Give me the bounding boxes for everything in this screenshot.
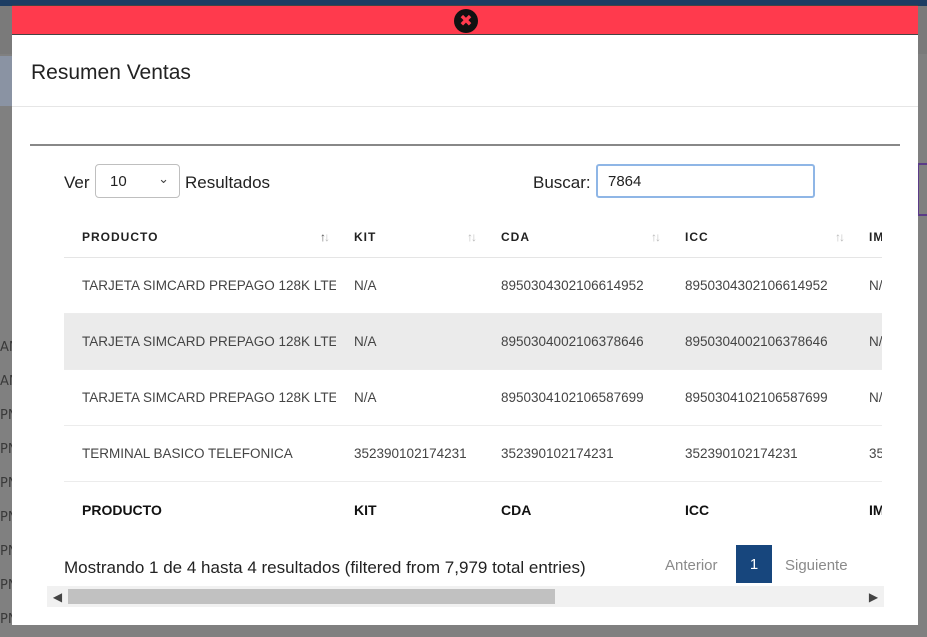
table-row[interactable]: TARJETA SIMCARD PREPAGO 128K LTE N/A 895… — [64, 369, 882, 426]
footer-imei: IMEI — [869, 502, 882, 518]
cell-icc: 352390102174231 — [667, 425, 851, 482]
table-footer-row: PRODUCTO KIT CDA ICC IMEI — [64, 482, 882, 539]
column-header-icc[interactable]: ICC ↑↓ — [667, 216, 851, 258]
table-header-row: PRODUCTO ↑↓ KIT ↑↓ CDA ↑↓ ICC ↑↓ IMEI — [64, 216, 882, 258]
modal-title: Resumen Ventas — [31, 61, 191, 84]
cell-producto: TARJETA SIMCARD PREPAGO 128K LTE — [64, 257, 336, 314]
cell-cda: 8950304002106378646 — [483, 313, 667, 370]
horizontal-scrollbar[interactable]: ◀ ▶ — [47, 586, 884, 607]
modal-topbar: ✖ — [12, 5, 918, 35]
title-divider — [12, 106, 918, 107]
cell-cda: 8950304302106614952 — [483, 257, 667, 314]
sort-icon: ↑↓ — [467, 230, 477, 244]
cell-icc: 8950304302106614952 — [667, 257, 851, 314]
footer-kit: KIT — [354, 502, 377, 518]
column-header-label: PRODUCTO — [82, 229, 159, 244]
pagination-next[interactable]: Siguiente — [785, 557, 848, 574]
cell-producto: TARJETA SIMCARD PREPAGO 128K LTE — [64, 369, 336, 426]
sort-icon: ↑↓ — [835, 230, 845, 244]
sort-asc-icon: ↑↓ — [320, 230, 330, 244]
scroll-right-icon[interactable]: ▶ — [863, 586, 884, 607]
footer-cda: CDA — [501, 502, 532, 518]
cell-kit: N/A — [336, 313, 483, 370]
search-label: Buscar: — [533, 173, 591, 192]
cell-icc: 8950304102106587699 — [667, 369, 851, 426]
close-circle-icon[interactable]: ✖ — [454, 9, 478, 33]
cell-kit: N/A — [336, 257, 483, 314]
footer-producto: PRODUCTO — [82, 502, 162, 518]
column-header-cda[interactable]: CDA ↑↓ — [483, 216, 667, 258]
page-length-select[interactable]: 10 ⌄ — [95, 164, 180, 198]
cell-imei: N/A — [851, 257, 882, 314]
results-table-container: PRODUCTO ↑↓ KIT ↑↓ CDA ↑↓ ICC ↑↓ IMEI TARJET… — [64, 216, 882, 538]
section-divider — [30, 144, 900, 146]
cell-cda: 352390102174231 — [483, 425, 667, 482]
column-header-label: CDA — [501, 229, 530, 244]
search-input[interactable] — [596, 164, 815, 198]
cell-producto: TERMINAL BASICO TELEFONICA — [64, 425, 336, 482]
column-header-kit[interactable]: KIT ↑↓ — [336, 216, 483, 258]
scroll-left-icon[interactable]: ◀ — [47, 586, 68, 607]
cell-kit: 352390102174231 — [336, 425, 483, 482]
pagination-previous[interactable]: Anterior — [665, 557, 718, 574]
cell-imei: N/A — [851, 313, 882, 370]
cell-icc: 8950304002106378646 — [667, 313, 851, 370]
cell-cda: 8950304102106587699 — [483, 369, 667, 426]
pagination-page-1[interactable]: 1 — [736, 545, 772, 583]
table-row[interactable]: TARJETA SIMCARD PREPAGO 128K LTE N/A 895… — [64, 257, 882, 314]
column-header-imei[interactable]: IMEI — [851, 216, 882, 258]
column-header-label: ICC — [685, 229, 709, 244]
resumen-ventas-modal: ✖ Resumen Ventas Ver 10 ⌄ Resultados Bus… — [12, 5, 918, 625]
sort-icon: ↑↓ — [651, 230, 661, 244]
table-row[interactable]: TARJETA SIMCARD PREPAGO 128K LTE N/A 895… — [64, 313, 882, 370]
chevron-down-icon: ⌄ — [158, 171, 169, 186]
cell-producto: TARJETA SIMCARD PREPAGO 128K LTE — [64, 313, 336, 370]
results-table: PRODUCTO ↑↓ KIT ↑↓ CDA ↑↓ ICC ↑↓ IMEI TARJET… — [64, 216, 882, 538]
scrollbar-thumb[interactable] — [68, 589, 555, 604]
cell-imei: 352390102174231 — [851, 425, 882, 482]
table-info: Mostrando 1 de 4 hasta 4 resultados (fil… — [64, 558, 586, 577]
footer-icc: ICC — [685, 502, 710, 518]
page-length-label: Ver — [64, 173, 90, 192]
column-header-label: IMEI — [869, 229, 882, 244]
background-panel-edge — [917, 163, 927, 216]
table-row[interactable]: TERMINAL BASICO TELEFONICA 3523901021742… — [64, 425, 882, 482]
page-length-suffix: Resultados — [185, 173, 271, 192]
cell-imei: N/A — [851, 369, 882, 426]
column-header-label: KIT — [354, 229, 377, 244]
cell-kit: N/A — [336, 369, 483, 426]
page-length-value: 10 — [110, 173, 127, 190]
column-header-producto[interactable]: PRODUCTO ↑↓ — [64, 216, 336, 258]
